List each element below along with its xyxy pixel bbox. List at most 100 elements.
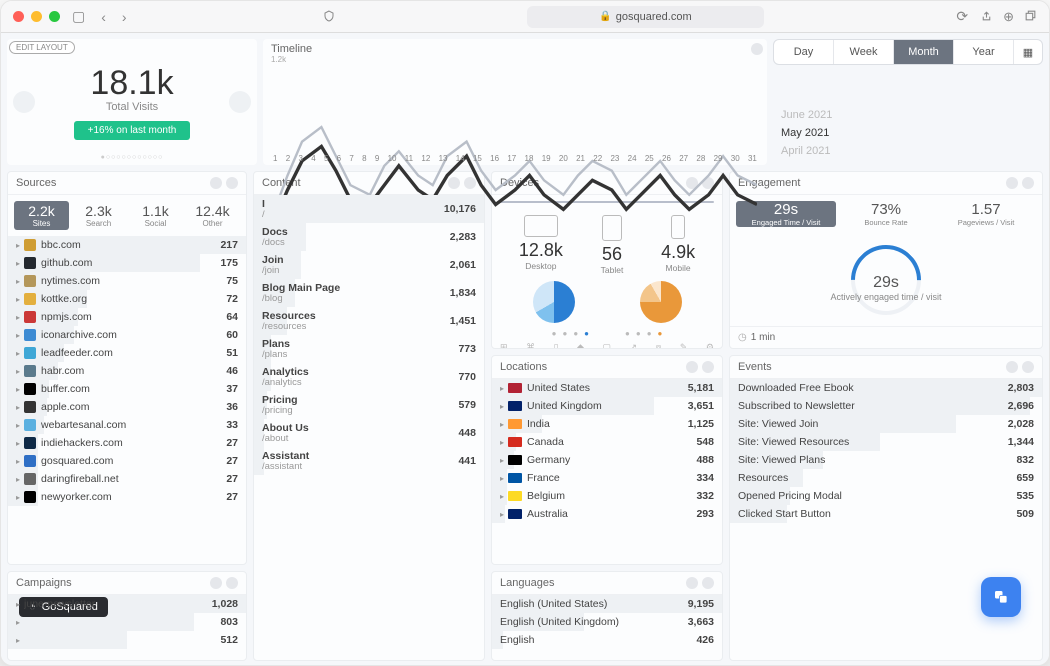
source-tab[interactable]: 2.2kSites	[14, 201, 69, 230]
list-item[interactable]: Join/join2,061	[254, 251, 484, 279]
list-item[interactable]: ▸bbc.com217	[8, 236, 246, 254]
list-item[interactable]: ▸512	[8, 631, 246, 649]
list-item[interactable]: ▸leadfeeder.com51	[8, 344, 246, 362]
reload-icon[interactable]: ⟳	[952, 8, 972, 25]
edit-layout-button[interactable]: EDIT LAYOUT	[9, 41, 75, 54]
list-item[interactable]: ▸United Kingdom3,651	[492, 397, 722, 415]
list-item[interactable]: ▸Germany488	[492, 451, 722, 469]
list-item[interactable]: Site: Viewed Join2,028	[730, 415, 1042, 433]
list-item[interactable]: ▸iconarchive.com60	[8, 326, 246, 344]
close-icon[interactable]	[226, 577, 238, 589]
engagement-kpi[interactable]: 1.57Pageviews / Visit	[936, 201, 1036, 227]
period-tab-week[interactable]: Week	[834, 40, 894, 64]
minimize-window-button[interactable]	[31, 11, 42, 22]
tablet-icon: ▯	[554, 342, 559, 349]
list-item[interactable]: Blog Main Page/blog1,834	[254, 279, 484, 307]
list-item[interactable]: I/10,176	[254, 195, 484, 223]
list-item[interactable]: ▸gosquared.com27	[8, 452, 246, 470]
gear-icon[interactable]	[210, 577, 222, 589]
list-item[interactable]: Analytics/analytics770	[254, 363, 484, 391]
close-icon[interactable]	[702, 361, 714, 373]
list-item[interactable]: Assistant/assistant441	[254, 447, 484, 475]
tabs-icon[interactable]	[1024, 9, 1037, 25]
source-tab[interactable]: 1.1kSocial	[128, 201, 183, 230]
clock-icon: ◷	[738, 332, 747, 343]
list-item[interactable]: Site: Viewed Plans832	[730, 451, 1042, 469]
list-item[interactable]: ▸nytimes.com75	[8, 272, 246, 290]
engagement-footer: ◷1 min	[730, 326, 1042, 348]
gear-icon[interactable]	[686, 361, 698, 373]
list-item[interactable]: Resources659	[730, 469, 1042, 487]
back-button[interactable]: ‹	[97, 9, 110, 25]
sidebar-toggle-icon[interactable]: ▢	[68, 8, 89, 25]
list-item[interactable]: Opened Pricing Modal535	[730, 487, 1042, 505]
list-item[interactable]: Downloaded Free Ebook2,803	[730, 379, 1042, 397]
languages-list: English (United States)9,195English (Uni…	[492, 595, 722, 660]
maximize-window-button[interactable]	[49, 11, 60, 22]
close-icon[interactable]	[1022, 177, 1034, 189]
list-item[interactable]: About Us/about448	[254, 419, 484, 447]
calendar-icon[interactable]: ▦	[1014, 40, 1042, 64]
engagement-gauge: 29sActively engaged time / visit	[730, 233, 1042, 326]
new-tab-icon[interactable]: ⊕	[1003, 9, 1014, 25]
share-icon[interactable]	[980, 9, 993, 25]
list-item[interactable]: English426	[492, 631, 722, 649]
list-item[interactable]: ▸Belgium332	[492, 487, 722, 505]
chat-fab[interactable]	[981, 577, 1021, 617]
list-item[interactable]: Subscribed to Newsletter2,696	[730, 397, 1042, 415]
month-item[interactable]: June 2021	[781, 109, 1035, 121]
list-item[interactable]: ▸kottke.org72	[8, 290, 246, 308]
list-item[interactable]: ▸India1,125	[492, 415, 722, 433]
list-item[interactable]: ▸indiehackers.com27	[8, 434, 246, 452]
list-item[interactable]: ▸webartesanal.com33	[8, 416, 246, 434]
list-item[interactable]: ▸France334	[492, 469, 722, 487]
list-item[interactable]: Resources/resources1,451	[254, 307, 484, 335]
close-window-button[interactable]	[13, 11, 24, 22]
list-item[interactable]: ▸Australia293	[492, 505, 722, 523]
list-item[interactable]: ▸habr.com46	[8, 362, 246, 380]
list-item[interactable]: Pricing/pricing579	[254, 391, 484, 419]
url-bar[interactable]: 🔒 gosquared.com	[527, 6, 765, 28]
list-item[interactable]: ▸daringfireball.net27	[8, 470, 246, 488]
list-item[interactable]: ▸buffer.com37	[8, 380, 246, 398]
kpi-card: 18.1k Total Visits +16% on last month ●○…	[7, 39, 257, 165]
list-item[interactable]: ▸apple.com36	[8, 398, 246, 416]
close-icon[interactable]	[226, 177, 238, 189]
list-item[interactable]: ▸Canada548	[492, 433, 722, 451]
sources-title: Sources	[16, 177, 56, 189]
list-item[interactable]: ▸United States5,181	[492, 379, 722, 397]
period-tab-month[interactable]: Month	[894, 40, 954, 64]
period-tab-day[interactable]: Day	[774, 40, 834, 64]
gear-icon[interactable]	[210, 177, 222, 189]
list-item[interactable]: ▸github.com175	[8, 254, 246, 272]
period-tab-year[interactable]: Year	[954, 40, 1014, 64]
sources-list: ▸bbc.com217▸github.com175▸nytimes.com75▸…	[8, 236, 246, 564]
list-item[interactable]: Plans/plans773	[254, 335, 484, 363]
kpi-next-button[interactable]	[229, 91, 251, 113]
device-pie-charts	[492, 277, 722, 329]
source-tab[interactable]: 12.4kOther	[185, 201, 240, 230]
gear-icon[interactable]	[686, 577, 698, 589]
list-item[interactable]: Docs/docs2,283	[254, 223, 484, 251]
kpi-prev-button[interactable]	[13, 91, 35, 113]
gear-icon[interactable]	[1006, 361, 1018, 373]
kpi-pagination-dots[interactable]: ●○○○○○○○○○○○	[101, 154, 164, 161]
timeline-close-button[interactable]	[751, 43, 763, 55]
source-tab[interactable]: 2.3kSearch	[71, 201, 126, 230]
list-item[interactable]: ▸npmjs.com64	[8, 308, 246, 326]
month-item[interactable]: May 2021	[781, 127, 1035, 139]
month-item[interactable]: April 2021	[781, 145, 1035, 157]
shield-icon[interactable]	[319, 9, 339, 25]
list-item[interactable]: Clicked Start Button509	[730, 505, 1042, 523]
engagement-kpi[interactable]: 73%Bounce Rate	[836, 201, 936, 227]
close-icon[interactable]	[1022, 361, 1034, 373]
close-icon[interactable]	[702, 577, 714, 589]
forward-button[interactable]: ›	[118, 9, 131, 25]
gear-icon[interactable]	[1006, 177, 1018, 189]
list-item[interactable]: ▸newyorker.com27	[8, 488, 246, 506]
content-card: Content I/10,176Docs/docs2,283Join/join2…	[253, 171, 485, 661]
list-item[interactable]: English (United Kingdom)3,663	[492, 613, 722, 631]
list-item[interactable]: English (United States)9,195	[492, 595, 722, 613]
list-item[interactable]: Site: Viewed Resources1,344	[730, 433, 1042, 451]
mac-icon: ⌘	[526, 342, 535, 349]
